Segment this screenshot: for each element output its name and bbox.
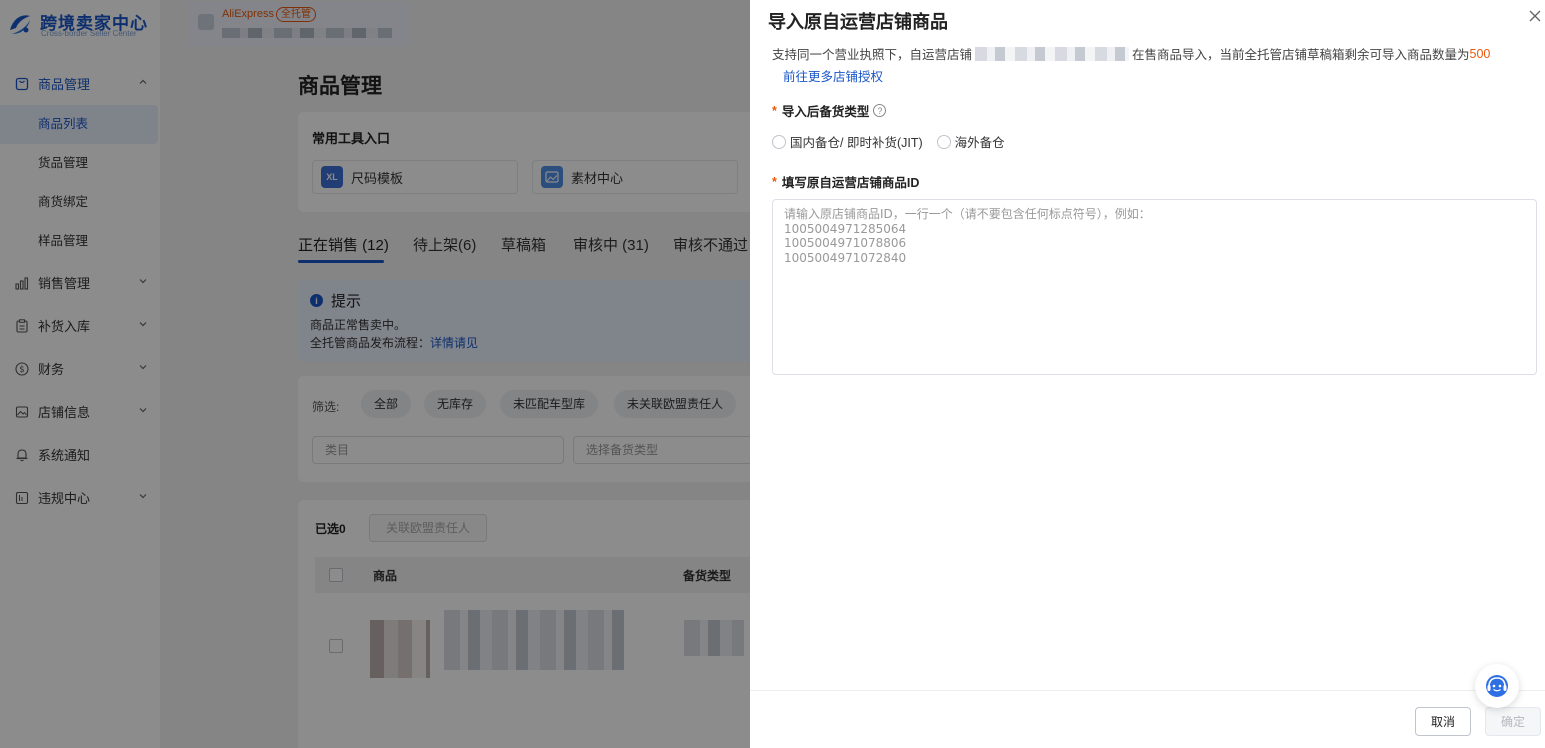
product-ids-label: * 填写原自运营店铺商品ID [772, 172, 919, 191]
modal-overlay[interactable] [0, 0, 750, 748]
stock-type-radio-group: 国内备仓/ 即时补货(JIT) 海外备仓 [772, 132, 1019, 151]
stock-type-label: * 导入后备货类型 ? [772, 101, 887, 120]
radio-domestic-jit[interactable]: 国内备仓/ 即时补货(JIT) [772, 132, 923, 151]
radio-label: 海外备仓 [954, 136, 1005, 150]
help-icon[interactable]: ? [873, 104, 887, 117]
drawer-title: 导入原自运营店铺商品 [768, 12, 948, 32]
footer-divider [750, 690, 1545, 691]
product-ids-label-text: 填写原自运营店铺商品ID [781, 176, 920, 190]
confirm-button[interactable]: 确定 [1485, 707, 1541, 736]
required-mark: * [772, 103, 777, 118]
radio-circle[interactable] [936, 134, 951, 149]
cancel-button[interactable]: 取消 [1415, 707, 1471, 736]
product-ids-textarea[interactable] [772, 199, 1537, 375]
shop-name-masked [975, 46, 1130, 61]
description-middle: 在售商品导入，当前全托管店铺草稿箱剩余可导入商品数量为 [1132, 48, 1470, 62]
description-prefix: 支持同一个营业执照下，自运营店铺 [772, 48, 973, 62]
stock-type-label-text: 导入后备货类型 [781, 105, 870, 119]
customer-service-icon [1486, 675, 1508, 697]
import-description: 支持同一个营业执照下，自运营店铺 在售商品导入，当前全托管店铺草稿箱剩余可导入商… [772, 44, 1490, 63]
importable-count: 500 [1469, 46, 1491, 61]
radio-overseas-warehouse[interactable]: 海外备仓 [936, 132, 1005, 151]
more-shop-auth-link[interactable]: 前往更多店铺授权 [783, 66, 883, 85]
close-icon[interactable] [1528, 9, 1542, 23]
radio-label: 国内备仓/ 即时补货(JIT) [790, 136, 923, 150]
radio-circle[interactable] [772, 134, 786, 149]
required-mark: * [772, 174, 777, 189]
import-products-drawer: 导入原自运营店铺商品 支持同一个营业执照下，自运营店铺 在售商品导入，当前全托管… [750, 0, 1545, 748]
customer-service-button[interactable] [1475, 664, 1519, 708]
